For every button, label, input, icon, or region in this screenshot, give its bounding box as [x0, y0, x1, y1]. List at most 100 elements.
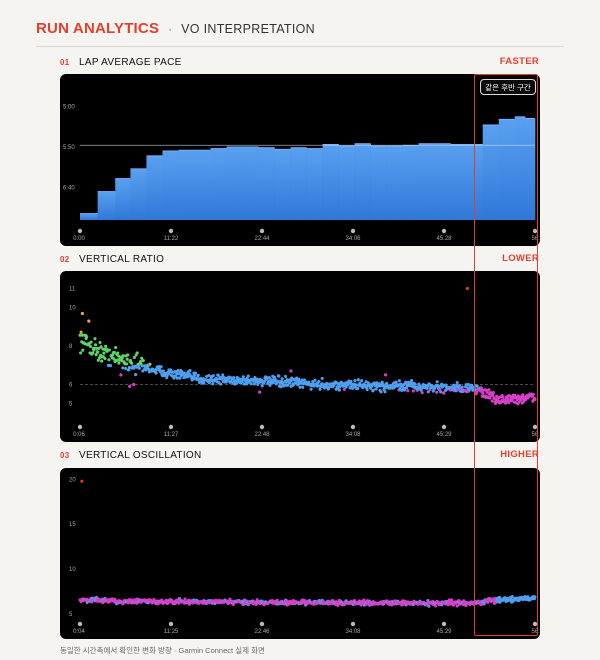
- lap-bar: [130, 168, 147, 220]
- data-point: [475, 384, 479, 388]
- data-point: [510, 595, 514, 599]
- data-point: [365, 388, 369, 392]
- y-tick-label: 20: [69, 477, 76, 483]
- x-tick-dot: [350, 424, 356, 430]
- y-tick-label: 15: [69, 522, 76, 528]
- data-point: [211, 382, 215, 386]
- data-point: [117, 361, 121, 365]
- data-point: [455, 380, 459, 385]
- data-point: [93, 337, 97, 341]
- app-brand: RUN ANALYTICS: [36, 20, 160, 37]
- data-point: [309, 387, 313, 391]
- lap-bar: [290, 147, 307, 220]
- data-point: [353, 379, 357, 383]
- lap-bar: [514, 116, 526, 220]
- x-tick-dot: [532, 621, 538, 627]
- data-point: [246, 374, 250, 378]
- data-point: [100, 359, 104, 363]
- footer-caption: 동일한 시간축에서 확인한 변화 방향 · Garmin Connect 실제 …: [60, 646, 265, 655]
- data-point: [96, 350, 100, 354]
- data-point: [196, 373, 200, 377]
- x-tick-label: 45:28: [436, 236, 452, 242]
- oscillation-direction-tag: HIGHER: [500, 449, 539, 460]
- x-tick-label: 56:50: [531, 236, 540, 242]
- page-header: RUN ANALYTICS · VO INTERPRETATION: [36, 20, 315, 38]
- data-point: [109, 364, 113, 368]
- data-point: [126, 353, 130, 357]
- data-point: [435, 380, 439, 384]
- data-point: [89, 344, 93, 349]
- x-tick-dot: [350, 621, 356, 627]
- data-point: [501, 395, 505, 399]
- data-point: [102, 351, 106, 355]
- x-tick-dot: [259, 621, 265, 627]
- oscillation-chart: 5 10 15 20 0:04 11:25 22:46 34:08 45:29 56:50: [69, 477, 540, 635]
- data-point: [107, 348, 111, 352]
- lap-bar: [498, 119, 516, 220]
- section-ratio-title: 02 VERTICAL RATIO: [60, 252, 164, 266]
- data-point: [221, 373, 225, 377]
- data-point: [284, 374, 288, 378]
- y-tick-label: 8: [69, 344, 73, 350]
- lap-bar: [194, 150, 211, 220]
- x-tick-dot: [77, 424, 83, 430]
- outlier-point: [128, 384, 132, 388]
- data-point: [349, 379, 353, 384]
- data-point: [267, 376, 271, 380]
- data-point: [183, 597, 187, 601]
- data-point: [531, 392, 535, 396]
- data-point: [481, 391, 485, 395]
- data-point: [103, 356, 107, 361]
- x-tick-dot: [441, 424, 447, 430]
- x-tick-label: 0:04: [73, 629, 85, 635]
- pace-direction-tag: FASTER: [499, 56, 539, 67]
- ratio-chart: 5 6 8 10 11 0:06 11:27 22:48 34:08 45:29 56:50: [69, 286, 540, 438]
- pace-chart: 5:00 5:50 6:40 0:00 11:22 22:44 34:06 45:28 56:5…: [63, 104, 540, 242]
- data-point: [366, 381, 370, 385]
- data-point: [188, 369, 192, 373]
- lap-bar: [306, 148, 323, 220]
- lap-bar: [386, 146, 403, 220]
- data-point: [134, 373, 138, 377]
- y-tick-label: 5:50: [63, 145, 75, 151]
- data-point: [159, 369, 163, 373]
- outlier-point: [465, 286, 469, 291]
- x-tick-dot: [259, 424, 265, 430]
- oscillation-chart-panel: 5 10 15 20 0:04 11:25 22:46 34:08 45:29 56:50: [60, 468, 540, 639]
- data-point: [383, 390, 387, 394]
- x-tick-label: 56:50: [531, 432, 540, 438]
- y-tick-label: 6: [69, 382, 73, 388]
- data-point: [298, 385, 302, 389]
- x-tick-dot: [532, 424, 538, 430]
- x-tick-label: 11:25: [164, 629, 179, 635]
- data-point: [219, 382, 223, 386]
- data-point: [317, 380, 321, 384]
- section-oscillation-title: 03 VERTICAL OSCILLATION: [60, 448, 202, 462]
- data-point: [491, 391, 495, 395]
- data-point: [121, 366, 125, 370]
- data-point: [397, 379, 401, 383]
- x-tick-label: 34:08: [345, 629, 361, 635]
- x-tick-dot: [168, 424, 174, 430]
- lap-bar: [258, 147, 275, 220]
- data-point: [98, 340, 102, 345]
- ratio-direction-tag: LOWER: [502, 253, 539, 264]
- data-point: [533, 397, 537, 401]
- x-tick-label: 0:06: [73, 432, 85, 438]
- data-point: [159, 365, 163, 369]
- x-tick-dot: [168, 621, 174, 627]
- data-point: [318, 387, 322, 391]
- lap-bar: [466, 144, 484, 220]
- data-point: [127, 365, 131, 369]
- data-point: [411, 389, 415, 393]
- page-subtitle: VO INTERPRETATION: [181, 22, 315, 36]
- x-tick-label: 11:22: [164, 236, 179, 242]
- y-tick-label: 10: [69, 567, 76, 573]
- data-point: [413, 382, 417, 386]
- x-tick-label: 22:48: [254, 432, 270, 438]
- lap-bar: [402, 145, 419, 220]
- lap-bar: [418, 143, 435, 220]
- header-divider: [36, 46, 564, 47]
- outlier-point: [258, 390, 262, 394]
- data-point: [215, 377, 219, 381]
